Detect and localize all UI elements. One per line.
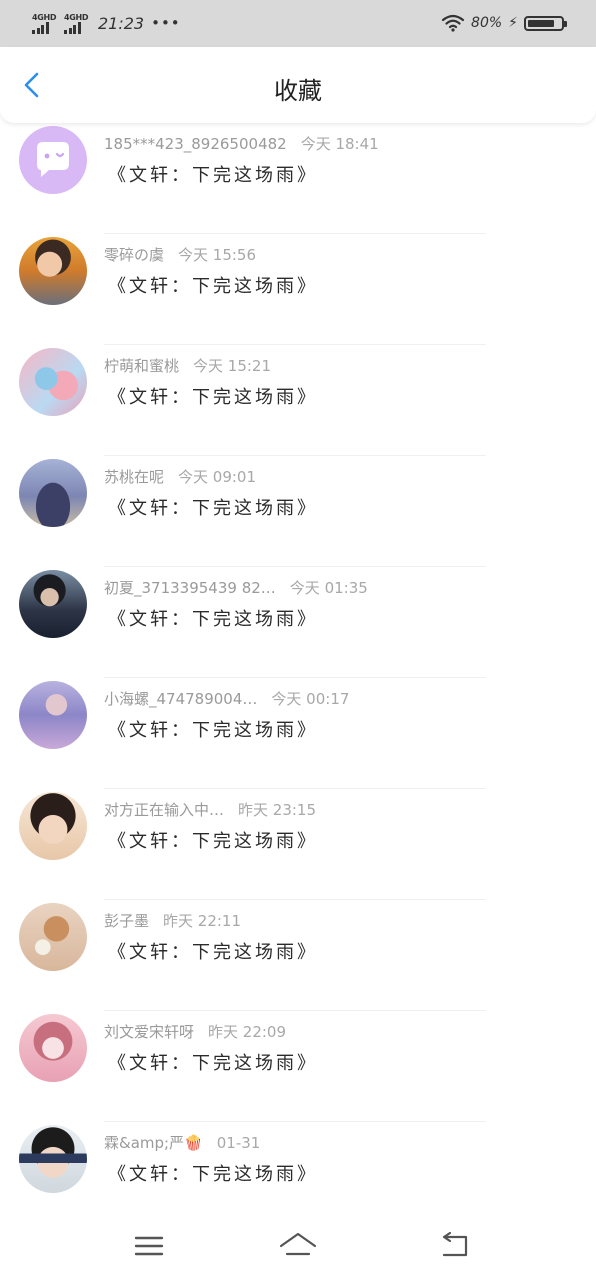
list-item[interactable]: 彭子墨 昨天 22:11 《文轩：下完这场雨》 xyxy=(0,900,596,1011)
message-text: 《文轩：下完这场雨》 xyxy=(108,942,318,963)
item-meta: 苏桃在呢 今天 09:01 xyxy=(104,466,256,487)
list-item[interactable]: 小海螺_474789004… 今天 00:17 《文轩：下完这场雨》 xyxy=(0,678,596,789)
avatar xyxy=(19,237,87,305)
sender-name: 小海螺_474789004… xyxy=(104,690,258,708)
item-meta: 彭子墨 昨天 22:11 xyxy=(104,910,241,931)
list-item[interactable]: 初夏_3713395439 82… 今天 01:35 《文轩：下完这场雨》 xyxy=(0,567,596,678)
item-meta: 185***423_8926500482 今天 18:41 xyxy=(104,133,379,154)
avatar xyxy=(19,126,87,194)
more-notifications-icon: ••• xyxy=(151,14,181,32)
signal-bars-icon xyxy=(32,21,49,34)
battery-icon xyxy=(524,15,567,31)
status-bar: 4GHD 4GHD 21:23 ••• 80% ⚡ xyxy=(0,0,596,47)
avatar xyxy=(19,681,87,749)
battery-percent: 80% xyxy=(471,15,503,31)
message-text: 《文轩：下完这场雨》 xyxy=(108,276,318,297)
status-right: 80% ⚡ xyxy=(441,11,567,35)
sender-name: 彭子墨 xyxy=(104,912,150,930)
page-title: 收藏 xyxy=(274,77,322,105)
chat-bubble-icon xyxy=(37,142,69,177)
message-text: 《文轩：下完这场雨》 xyxy=(108,498,318,519)
status-left: 4GHD 4GHD 21:23 ••• xyxy=(32,10,181,36)
list-item[interactable]: 柠萌和蜜桃 今天 15:21 《文轩：下完这场雨》 xyxy=(0,345,596,456)
item-meta: 对方正在输入中… 昨天 23:15 xyxy=(104,799,316,820)
sender-name: 苏桃在呢 xyxy=(104,468,165,486)
list-item[interactable]: 霖&amp;严🍿 01-31 《文轩：下完这场雨》 xyxy=(0,1122,596,1233)
header-bar: 收藏 xyxy=(0,47,596,123)
avatar xyxy=(19,348,87,416)
clock: 21:23 xyxy=(98,13,145,33)
signal-2: 4GHD xyxy=(64,13,92,34)
list-item[interactable]: 苏桃在呢 今天 09:01 《文轩：下完这场雨》 xyxy=(0,456,596,567)
timestamp: 今天 15:56 xyxy=(178,246,257,264)
network-type-1: 4GHD xyxy=(32,12,57,22)
message-text: 《文轩：下完这场雨》 xyxy=(108,1164,318,1185)
avatar xyxy=(19,459,87,527)
message-text: 《文轩：下完这场雨》 xyxy=(108,720,318,741)
avatar xyxy=(19,903,87,971)
sender-name: 柠萌和蜜桃 xyxy=(104,357,180,375)
list-item[interactable]: 零碎の虞 今天 15:56 《文轩：下完这场雨》 xyxy=(0,234,596,345)
item-meta: 零碎の虞 今天 15:56 xyxy=(104,244,256,265)
wifi-icon xyxy=(441,14,465,32)
sender-name: 对方正在输入中… xyxy=(104,801,225,819)
message-text: 《文轩：下完这场雨》 xyxy=(108,165,318,186)
avatar xyxy=(19,570,87,638)
timestamp: 昨天 22:11 xyxy=(163,912,242,930)
item-meta: 小海螺_474789004… 今天 00:17 xyxy=(104,688,349,709)
list-item[interactable]: 刘文爱宋轩呀 昨天 22:09 《文轩：下完这场雨》 xyxy=(0,1011,596,1122)
timestamp: 昨天 23:15 xyxy=(238,801,317,819)
timestamp: 昨天 22:09 xyxy=(208,1023,287,1041)
avatar xyxy=(19,792,87,860)
sender-name: 霖&amp;严🍿 xyxy=(104,1134,203,1152)
timestamp: 今天 18:41 xyxy=(300,135,379,153)
timestamp: 01-31 xyxy=(216,1134,261,1152)
back-icon[interactable] xyxy=(434,1226,474,1266)
signal-bars-icon xyxy=(64,21,81,34)
item-meta: 初夏_3713395439 82… 今天 01:35 xyxy=(104,577,368,598)
message-text: 《文轩：下完这场雨》 xyxy=(108,831,318,852)
message-text: 《文轩：下完这场雨》 xyxy=(108,609,318,630)
home-icon[interactable] xyxy=(278,1226,318,1266)
network-type-2: 4GHD xyxy=(64,12,89,22)
sender-name: 刘文爱宋轩呀 xyxy=(104,1023,195,1041)
sender-name: 185***423_8926500482 xyxy=(104,135,287,153)
message-text: 《文轩：下完这场雨》 xyxy=(108,387,318,408)
item-meta: 刘文爱宋轩呀 昨天 22:09 xyxy=(104,1021,286,1042)
list-item[interactable]: 对方正在输入中… 昨天 23:15 《文轩：下完这场雨》 xyxy=(0,789,596,900)
charging-icon: ⚡ xyxy=(508,15,518,31)
list-item[interactable]: 185***423_8926500482 今天 18:41 《文轩：下完这场雨》 xyxy=(0,123,596,234)
timestamp: 今天 09:01 xyxy=(178,468,257,486)
timestamp: 今天 15:21 xyxy=(193,357,272,375)
system-nav-bar xyxy=(0,1218,596,1280)
message-text: 《文轩：下完这场雨》 xyxy=(108,1053,318,1074)
timestamp: 今天 00:17 xyxy=(271,690,350,708)
sender-name: 零碎の虞 xyxy=(104,246,165,264)
menu-icon[interactable] xyxy=(129,1226,169,1266)
avatar xyxy=(19,1125,87,1193)
item-meta: 霖&amp;严🍿 01-31 xyxy=(104,1132,260,1153)
sender-name: 初夏_3713395439 82… xyxy=(104,579,276,597)
avatar xyxy=(19,1014,87,1082)
item-meta: 柠萌和蜜桃 今天 15:21 xyxy=(104,355,271,376)
timestamp: 今天 01:35 xyxy=(289,579,368,597)
signal-1: 4GHD xyxy=(32,13,60,34)
